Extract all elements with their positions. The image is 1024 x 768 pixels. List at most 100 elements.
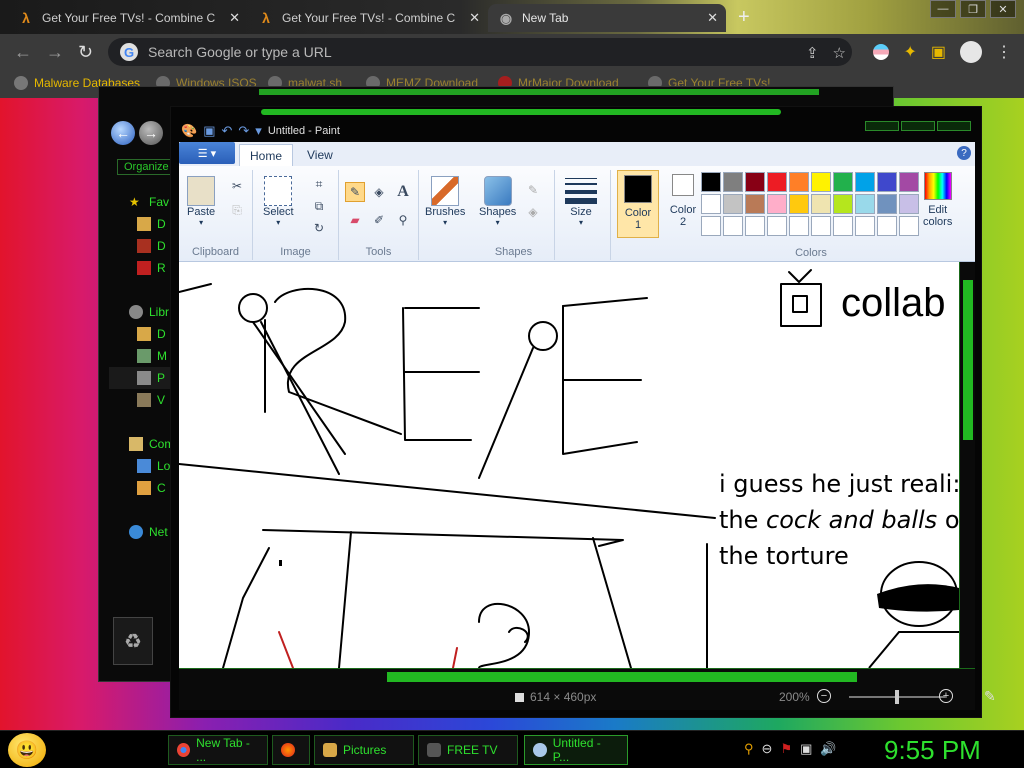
minimize-button[interactable]	[865, 121, 899, 131]
size-button[interactable]: Size ▾	[565, 176, 597, 227]
network-icon[interactable]: ▣	[800, 741, 812, 757]
close-button[interactable]	[937, 121, 971, 131]
tree-item-libraries[interactable]: Libr	[129, 301, 174, 323]
palette-swatch[interactable]	[745, 172, 765, 192]
palette-swatch[interactable]	[701, 172, 721, 192]
forward-icon[interactable]: →	[139, 121, 163, 145]
side-panel-icon[interactable]: ▣	[931, 42, 946, 62]
palette-swatch[interactable]	[745, 194, 765, 214]
zoom-out-icon[interactable]: −	[817, 689, 831, 703]
color1-button[interactable]: Color 1	[617, 170, 659, 238]
tree-item[interactable]: D	[129, 235, 174, 257]
palette-swatch[interactable]	[899, 172, 919, 192]
palette-swatch[interactable]	[833, 194, 853, 214]
palette-swatch[interactable]	[833, 216, 853, 236]
close-icon[interactable]: ✕	[229, 10, 240, 26]
paste-button[interactable]: Paste ▾	[187, 176, 215, 227]
start-button[interactable]: 😃	[8, 733, 46, 767]
palette-swatch[interactable]	[767, 172, 787, 192]
taskbar-button[interactable]: Pictures	[314, 735, 414, 765]
tree-item-selected[interactable]: P	[109, 367, 175, 389]
back-icon[interactable]: ←	[14, 42, 32, 63]
edit-colors-button[interactable]: Edit colors	[923, 172, 952, 228]
text-icon[interactable]: A	[393, 182, 413, 202]
taskbar-button[interactable]	[272, 735, 310, 765]
color2-button[interactable]: Color 2	[663, 174, 703, 238]
profile-avatar[interactable]	[960, 41, 982, 63]
minimize-button[interactable]: —	[930, 0, 956, 18]
palette-swatch[interactable]	[855, 172, 875, 192]
color-picker-icon[interactable]: ✐	[369, 210, 389, 230]
reload-icon[interactable]: ↻	[78, 42, 93, 63]
zoom-in-icon[interactable]: +	[939, 689, 953, 703]
palette-swatch[interactable]	[811, 172, 831, 192]
browser-tab-2[interactable]: λ Get Your Free TVs! - Combine C ✕	[248, 4, 488, 32]
undo-icon[interactable]: ↶	[221, 123, 232, 139]
maximize-button[interactable]	[901, 121, 935, 131]
tree-item-favorites[interactable]: ★ Fav	[129, 191, 174, 213]
flag-extension-icon[interactable]	[873, 44, 890, 60]
close-icon[interactable]: ✕	[469, 10, 480, 26]
outline-icon[interactable]: ✎	[523, 180, 543, 200]
palette-swatch[interactable]	[723, 194, 743, 214]
tree-item-computer[interactable]: Com	[129, 433, 174, 455]
browser-tab-1[interactable]: λ Get Your Free TVs! - Combine C ✕	[8, 4, 248, 32]
palette-swatch[interactable]	[877, 216, 897, 236]
pencil-icon[interactable]: ✎	[345, 182, 365, 202]
crop-icon[interactable]: ⌗	[309, 174, 329, 194]
palette-swatch[interactable]	[855, 194, 875, 214]
tree-item[interactable]: D	[129, 213, 174, 235]
palette-swatch[interactable]	[745, 216, 765, 236]
tab-home[interactable]: Home	[239, 144, 294, 166]
rotate-icon[interactable]: ↻	[309, 218, 329, 238]
horizontal-scrollbar[interactable]	[179, 668, 975, 684]
tree-item-network[interactable]: Net	[129, 521, 174, 543]
extensions-puzzle-icon[interactable]: ✦	[903, 42, 916, 62]
menu-kebab-icon[interactable]: ⋮	[996, 42, 1012, 62]
palette-swatch[interactable]	[701, 194, 721, 214]
palette-swatch[interactable]	[789, 172, 809, 192]
tree-item[interactable]: V	[129, 389, 174, 411]
palette-swatch[interactable]	[701, 216, 721, 236]
vertical-scrollbar[interactable]	[959, 262, 975, 668]
magnifier-icon[interactable]: ⚲	[393, 210, 413, 230]
back-icon[interactable]: ←	[111, 121, 135, 145]
cut-icon[interactable]: ✂	[227, 176, 247, 196]
volume-icon[interactable]: 🔊	[820, 741, 836, 757]
browser-tab-3[interactable]: ◉ New Tab ✕	[488, 4, 726, 32]
tree-item[interactable]: C	[129, 477, 174, 499]
tree-item[interactable]: M	[129, 345, 174, 367]
drawing-canvas[interactable]: collab i guess he just reali: the cock a…	[179, 262, 959, 668]
omnibox[interactable]: G Search Google or type a URL	[108, 38, 852, 66]
taskbar-button[interactable]: New Tab - ...	[168, 735, 268, 765]
help-icon[interactable]: ?	[957, 146, 971, 160]
clock[interactable]: 9:55 PM	[884, 735, 981, 766]
taskbar-button[interactable]: FREE TV	[418, 735, 518, 765]
palette-swatch[interactable]	[723, 216, 743, 236]
palette-swatch[interactable]	[855, 216, 875, 236]
palette-swatch[interactable]	[811, 194, 831, 214]
scroll-thumb[interactable]	[963, 280, 973, 440]
palette-swatch[interactable]	[833, 172, 853, 192]
scroll-thumb[interactable]	[387, 672, 857, 682]
minus-icon[interactable]: ⊖	[762, 741, 773, 757]
fill-bucket-icon[interactable]: ◈	[369, 182, 389, 202]
tree-item[interactable]: D	[129, 323, 174, 345]
shapes-button[interactable]: Shapes ▾	[479, 176, 516, 227]
palette-swatch[interactable]	[723, 172, 743, 192]
copy-icon[interactable]: ⎘	[227, 200, 247, 220]
palette-swatch[interactable]	[767, 194, 787, 214]
close-button[interactable]: ✕	[990, 0, 1016, 18]
zoom-slider[interactable]	[849, 690, 945, 704]
palette-swatch[interactable]	[789, 194, 809, 214]
zoom-slider-knob[interactable]	[895, 690, 899, 704]
save-icon[interactable]: ▣	[203, 123, 215, 139]
bookmark-star-icon[interactable]: ☆	[833, 44, 846, 62]
organize-button[interactable]: Organize	[117, 159, 176, 175]
resize-icon[interactable]: ⧉	[309, 196, 329, 216]
search-icon[interactable]: ⚲	[744, 741, 754, 757]
taskbar-button-active[interactable]: Untitled - P...	[524, 735, 628, 765]
share-icon[interactable]: ⇪	[806, 44, 819, 62]
palette-swatch[interactable]	[767, 216, 787, 236]
fill-icon[interactable]: ◈	[523, 202, 543, 222]
